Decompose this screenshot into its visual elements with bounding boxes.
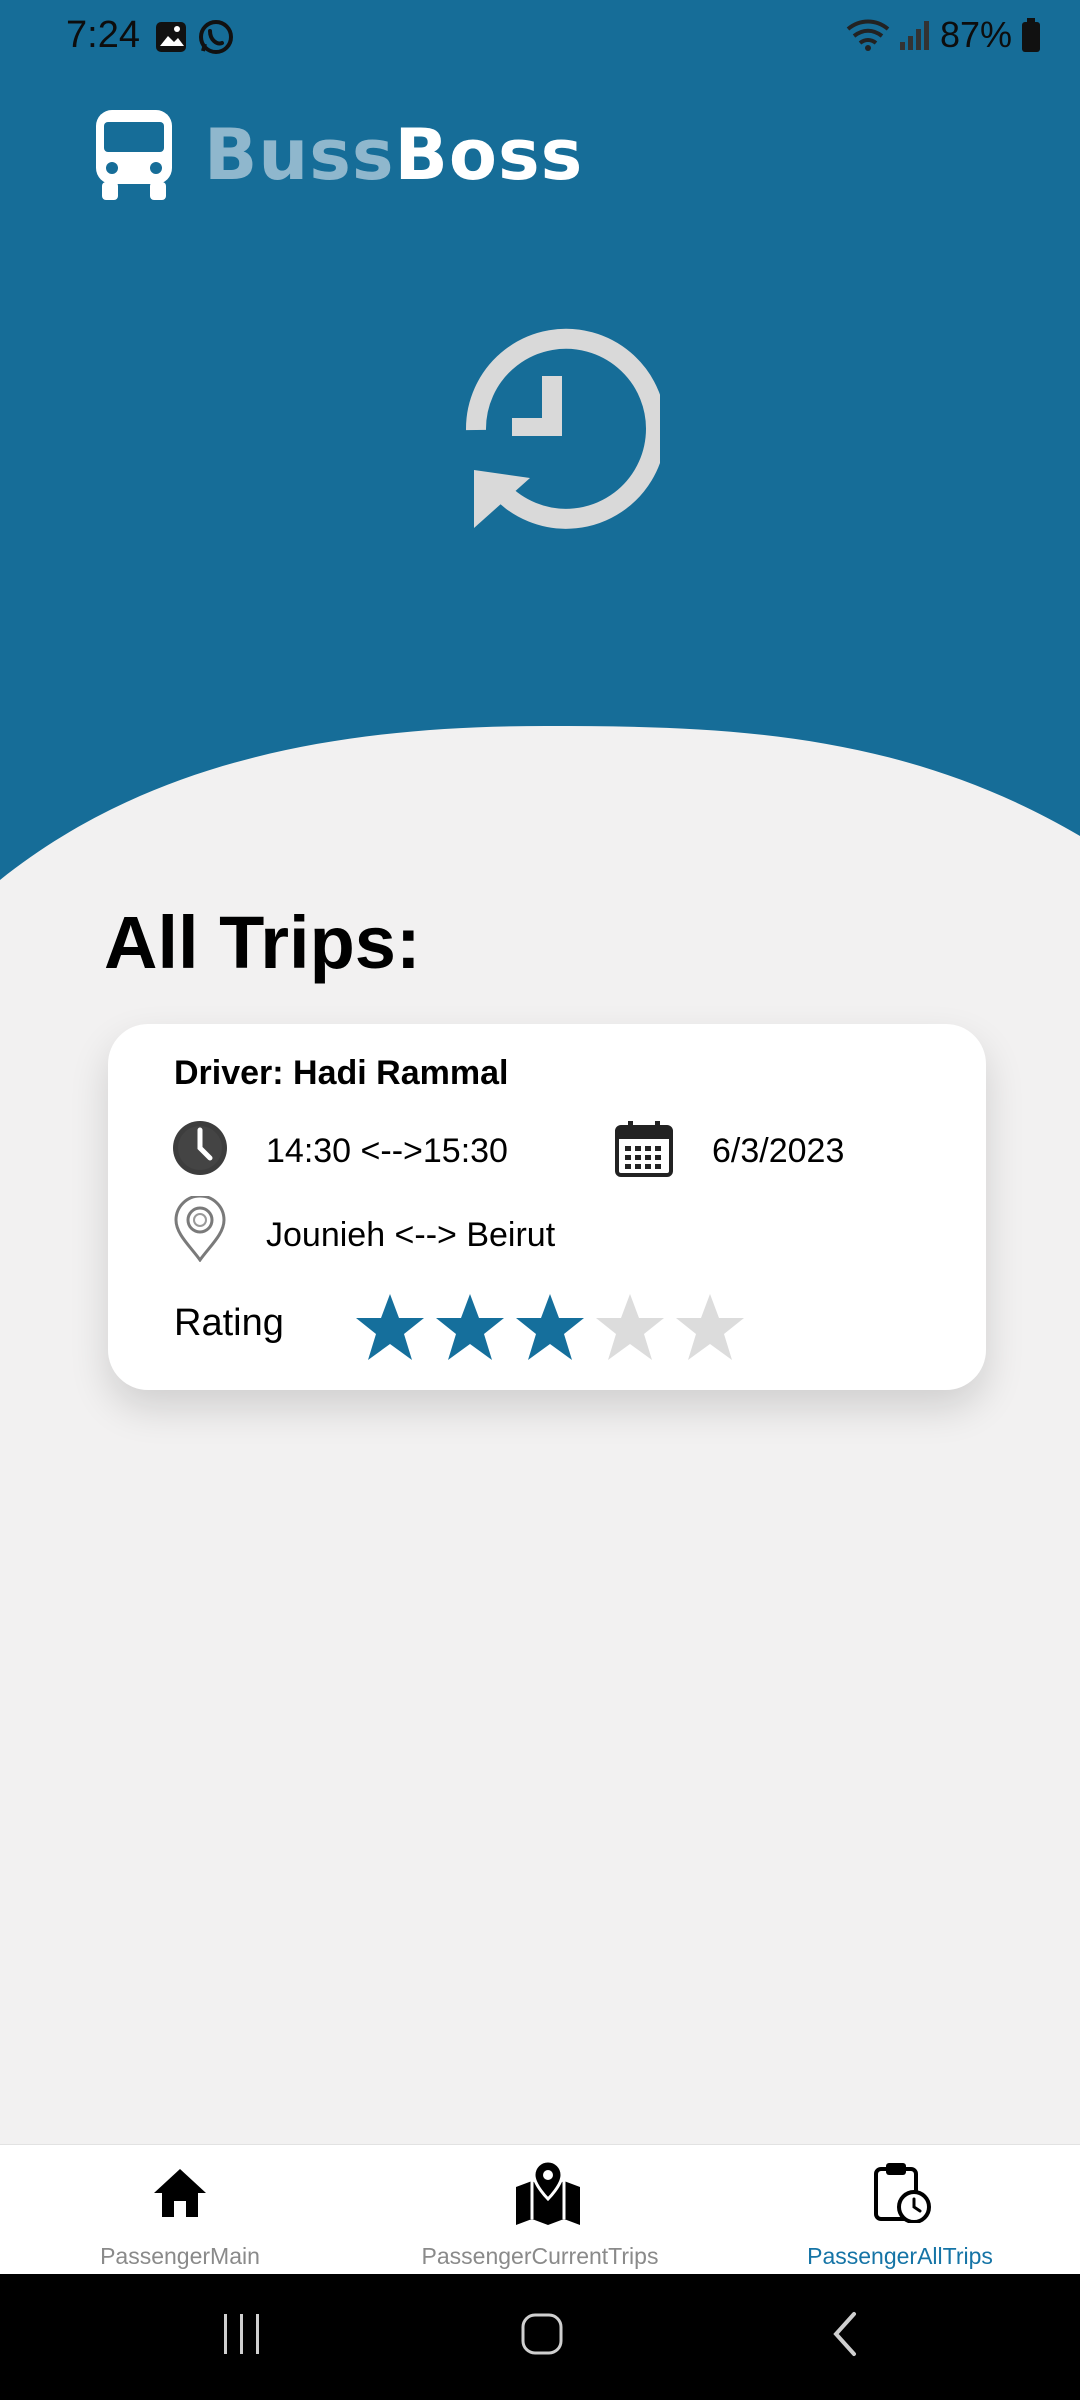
recent-apps-button[interactable]: [222, 2306, 262, 2362]
status-time: 7:24: [66, 14, 140, 56]
star-filled-icon: [434, 1292, 506, 1362]
history-icon: [465, 328, 660, 529]
star-empty-icon: [594, 1292, 666, 1362]
home-button[interactable]: [520, 2306, 564, 2362]
nav-item-passenger-all-trips[interactable]: PassengerAllTrips: [720, 2145, 1080, 2275]
calendar-icon: [615, 1121, 673, 1177]
nav-item-passenger-main[interactable]: PassengerMain: [0, 2145, 360, 2275]
battery-icon: [1022, 18, 1040, 52]
map-icon: [516, 2159, 580, 2225]
star-empty-icon: [674, 1292, 746, 1362]
driver-name: Driver: Hadi Rammal: [174, 1054, 509, 1092]
trip-route: Jounieh <--> Beirut: [266, 1216, 556, 1254]
bus-icon: [96, 110, 172, 200]
page-title: All Trips:: [104, 901, 421, 984]
back-button[interactable]: [828, 2306, 862, 2362]
nav-item-passenger-current-trips[interactable]: PassengerCurrentTrips: [360, 2145, 720, 2275]
clock-icon: [173, 1121, 227, 1175]
brand-name: BussBoss: [204, 114, 584, 196]
trip-card[interactable]: Driver: Hadi Rammal 14:30 <-->15:30 6/3/…: [108, 1024, 986, 1390]
signal-icon: [899, 21, 929, 50]
nav-label-passenger-all-trips: PassengerAllTrips: [807, 2243, 993, 2269]
clipboard-clock-icon: [874, 2163, 931, 2223]
wifi-icon: [846, 19, 890, 51]
nav-label-passenger-current-trips: PassengerCurrentTrips: [421, 2243, 659, 2269]
status-right: 87%: [846, 14, 1042, 56]
brand-logo: BussBoss: [94, 108, 583, 202]
rating-label: Rating: [174, 1302, 284, 1344]
nav-label-passenger-main: PassengerMain: [100, 2243, 260, 2269]
battery-percent: 87%: [939, 14, 1012, 55]
bottom-nav: PassengerMain PassengerCurrentTrips Pass…: [0, 2144, 1080, 2275]
home-icon: [154, 2169, 206, 2217]
location-pin-icon: [174, 1196, 226, 1262]
status-bar: 7:24 87%: [0, 0, 1080, 80]
trip-time: 14:30 <-->15:30: [266, 1132, 508, 1170]
star-filled-icon: [514, 1292, 586, 1362]
system-nav-bar: [0, 2274, 1080, 2400]
rating-stars: [354, 1292, 746, 1362]
star-filled-icon: [354, 1292, 426, 1362]
notification-icons: [154, 18, 234, 63]
trip-date: 6/3/2023: [712, 1132, 845, 1170]
